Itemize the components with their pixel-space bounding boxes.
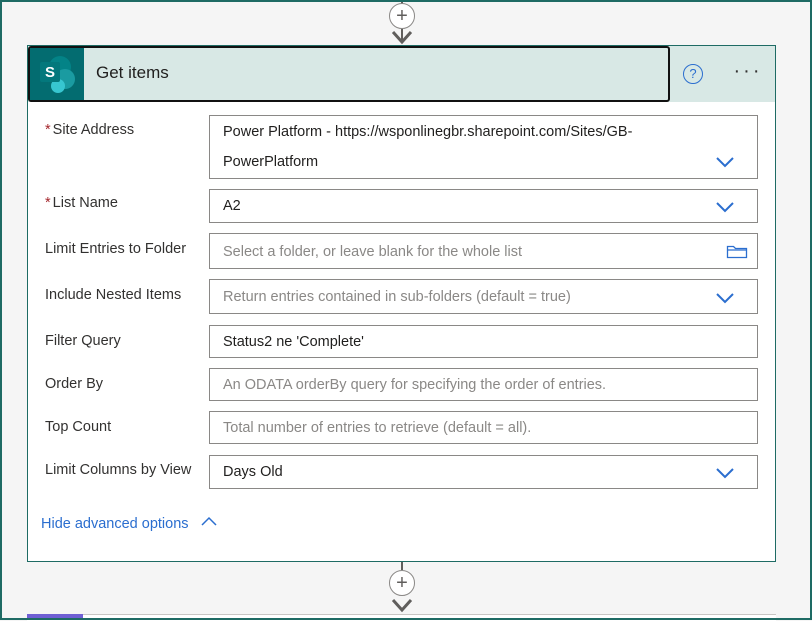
hide-advanced-options-label: Hide advanced options: [41, 516, 189, 532]
order-by-field[interactable]: An ODATA orderBy query for specifying th…: [209, 368, 758, 401]
site-address-label-text: Site Address: [52, 122, 135, 138]
next-action-icon-tile: [27, 614, 83, 620]
site-address-value-line2: PowerPlatform: [223, 154, 319, 170]
required-marker: *: [45, 195, 51, 211]
add-step-button-top[interactable]: +: [389, 3, 415, 29]
folder-icon[interactable]: [726, 243, 748, 259]
plus-icon: +: [396, 572, 408, 594]
limit-columns-value: Days Old: [223, 464, 283, 480]
help-icon[interactable]: ?: [683, 64, 703, 84]
arrow-down-icon: [391, 598, 413, 613]
limit-folder-field[interactable]: Select a folder, or leave blank for the …: [209, 233, 758, 269]
order-by-placeholder: An ODATA orderBy query for specifying th…: [223, 377, 607, 393]
svg-text:S: S: [45, 64, 55, 81]
site-address-label: * Site Address: [45, 122, 134, 138]
limit-folder-placeholder: Select a folder, or leave blank for the …: [223, 244, 523, 260]
connector-line: [401, 562, 403, 570]
site-address-field[interactable]: Power Platform - https://wsponlinegbr.sh…: [209, 115, 758, 179]
required-marker: *: [45, 122, 51, 138]
sharepoint-icon: S: [30, 48, 84, 100]
arrow-down-icon: [391, 30, 413, 45]
order-by-label: Order By: [45, 376, 104, 392]
filter-query-label: Filter Query: [45, 333, 121, 349]
nested-items-field[interactable]: Return entries contained in sub-folders …: [209, 279, 758, 314]
top-count-placeholder: Total number of entries to retrieve (def…: [223, 420, 532, 436]
card-header[interactable]: S Get items ? ···: [28, 46, 775, 102]
more-options-button[interactable]: ···: [728, 60, 768, 86]
list-name-value: A2: [223, 198, 241, 214]
list-name-label-text: List Name: [52, 195, 118, 211]
limit-folder-label: Limit Entries to Folder: [45, 241, 187, 257]
hide-advanced-options-link[interactable]: Hide advanced options: [41, 516, 217, 532]
plus-icon: +: [396, 5, 408, 27]
list-name-label: * List Name: [45, 195, 118, 211]
limit-columns-label: Limit Columns by View: [45, 462, 192, 478]
chevron-down-icon[interactable]: [715, 201, 735, 213]
nested-items-label: Include Nested Items: [45, 287, 182, 303]
add-step-button-bottom[interactable]: +: [389, 570, 415, 596]
filter-query-field[interactable]: Status2 ne 'Complete': [209, 325, 758, 358]
top-count-label: Top Count: [45, 419, 112, 435]
limit-columns-field[interactable]: Days Old: [209, 455, 758, 489]
chevron-down-icon[interactable]: [715, 292, 735, 304]
site-address-value-line1: Power Platform - https://wsponlinegbr.sh…: [223, 124, 633, 140]
chevron-down-icon[interactable]: [715, 156, 735, 168]
nested-items-placeholder: Return entries contained in sub-folders …: [223, 289, 571, 305]
filter-query-value: Status2 ne 'Complete': [223, 334, 364, 350]
chevron-up-icon: [201, 516, 217, 526]
card-title: Get items: [96, 63, 169, 82]
list-name-field[interactable]: A2: [209, 189, 758, 223]
chevron-down-icon[interactable]: [715, 467, 735, 479]
top-count-field[interactable]: Total number of entries to retrieve (def…: [209, 411, 758, 444]
get-items-action-card: S Get items ? ··· * Site Address Power Pl…: [27, 45, 776, 562]
